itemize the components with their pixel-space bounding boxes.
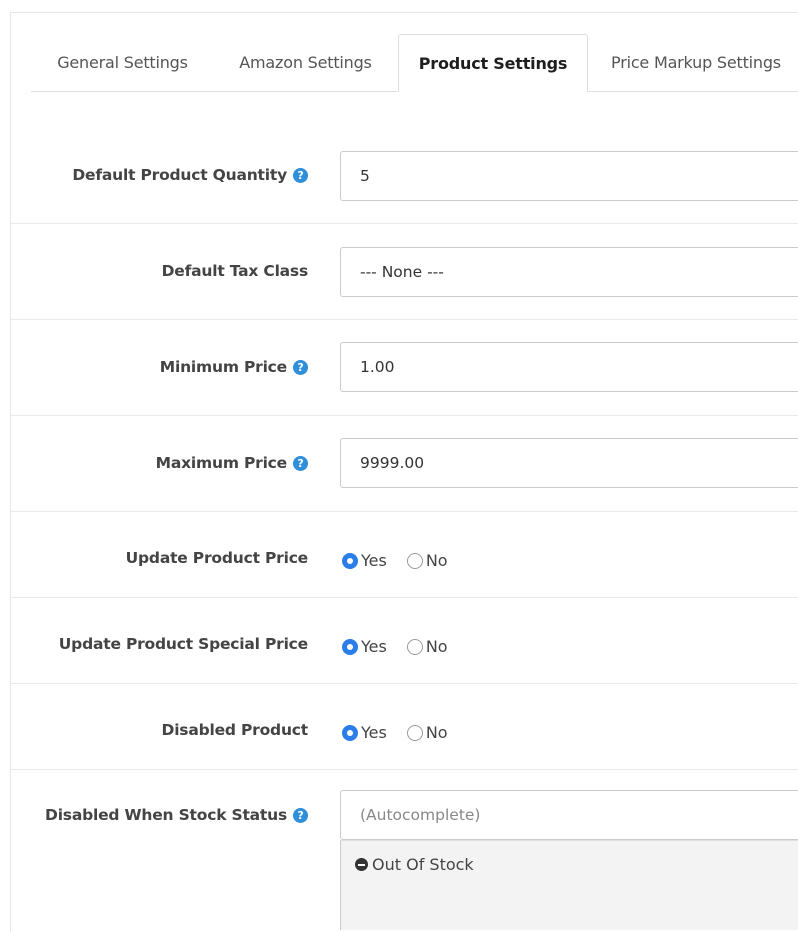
tab-product-settings[interactable]: Product Settings	[398, 34, 588, 92]
row-disabled-product: Disabled Product Yes No	[10, 684, 798, 770]
remove-circle-icon[interactable]	[355, 858, 368, 871]
radio-checked-icon[interactable]	[342, 638, 358, 655]
question-icon[interactable]: ?	[293, 359, 308, 375]
question-icon[interactable]: ?	[293, 167, 308, 183]
settings-tabs: General Settings Amazon Settings Product…	[31, 34, 798, 92]
tax-class-select[interactable]: --- None ---	[340, 247, 798, 297]
disabled-product-label-text: Disabled Product	[161, 721, 309, 739]
update-price-yes-label[interactable]: Yes	[361, 551, 387, 570]
update-price-no-label[interactable]: No	[426, 551, 448, 570]
update-price-label: Update Product Price	[125, 549, 309, 567]
row-update-special-price: Update Product Special Price Yes No	[10, 598, 798, 684]
maximum-price-input[interactable]: 9999.00	[340, 438, 798, 488]
row-tax-class: Default Tax Class --- None ---	[10, 224, 798, 320]
update-special-price-radio-group: Yes No	[342, 637, 448, 656]
radio-unchecked-icon[interactable]	[406, 638, 423, 655]
tab-general-settings[interactable]: General Settings	[31, 34, 214, 92]
row-update-price: Update Product Price Yes No	[10, 512, 798, 598]
radio-unchecked-icon[interactable]	[406, 552, 423, 569]
stock-status-tag: Out Of Stock	[355, 855, 474, 874]
row-default-quantity: Default Product Quantity ? 5	[10, 128, 798, 224]
radio-checked-icon[interactable]	[342, 724, 358, 741]
tax-class-label-text: Default Tax Class	[161, 262, 309, 280]
row-minimum-price: Minimum Price ? 1.00	[10, 320, 798, 416]
update-price-radio-group: Yes No	[342, 551, 448, 570]
question-icon[interactable]: ?	[293, 455, 308, 471]
tab-price-markup-settings[interactable]: Price Markup Settings	[601, 34, 791, 92]
minimum-price-label: Minimum Price ?	[160, 358, 308, 376]
update-price-label-text: Update Product Price	[125, 549, 309, 567]
default-quantity-label-text: Default Product Quantity	[72, 166, 287, 184]
disabled-product-no-label[interactable]: No	[426, 723, 448, 742]
stock-status-tag-list: Out Of Stock	[340, 840, 798, 930]
update-special-price-no-option[interactable]: No	[406, 637, 448, 656]
row-disabled-stock-status: Disabled When Stock Status ? (Autocomple…	[10, 770, 798, 930]
update-special-price-label: Update Product Special Price	[59, 635, 308, 653]
update-special-price-yes-option[interactable]: Yes	[342, 637, 387, 656]
maximum-price-label-text: Maximum Price	[155, 454, 288, 472]
minimum-price-label-text: Minimum Price	[159, 358, 287, 376]
update-special-price-label-text: Update Product Special Price	[58, 635, 308, 653]
row-maximum-price: Maximum Price ? 9999.00	[10, 416, 798, 512]
disabled-product-yes-option[interactable]: Yes	[342, 723, 387, 742]
minimum-price-input[interactable]: 1.00	[340, 342, 798, 392]
disabled-product-no-option[interactable]: No	[406, 723, 448, 742]
disabled-product-label: Disabled Product	[161, 721, 309, 739]
update-price-no-option[interactable]: No	[406, 551, 448, 570]
question-icon[interactable]: ?	[293, 807, 308, 823]
default-quantity-label: Default Product Quantity ?	[72, 166, 308, 184]
tax-class-label: Default Tax Class	[161, 262, 309, 280]
disabled-stock-status-label: Disabled When Stock Status ?	[45, 806, 308, 824]
radio-checked-icon[interactable]	[342, 552, 358, 569]
disabled-stock-status-label-text: Disabled When Stock Status	[45, 806, 287, 824]
update-special-price-no-label[interactable]: No	[426, 637, 448, 656]
maximum-price-label: Maximum Price ?	[156, 454, 308, 472]
stock-status-autocomplete-input[interactable]: (Autocomplete)	[340, 790, 798, 840]
stock-status-tag-label: Out Of Stock	[372, 855, 474, 874]
disabled-product-yes-label[interactable]: Yes	[361, 723, 387, 742]
radio-unchecked-icon[interactable]	[406, 724, 423, 741]
update-price-yes-option[interactable]: Yes	[342, 551, 387, 570]
disabled-product-radio-group: Yes No	[342, 723, 448, 742]
update-special-price-yes-label[interactable]: Yes	[361, 637, 387, 656]
default-quantity-input[interactable]: 5	[340, 151, 798, 201]
tab-amazon-settings[interactable]: Amazon Settings	[214, 34, 397, 92]
